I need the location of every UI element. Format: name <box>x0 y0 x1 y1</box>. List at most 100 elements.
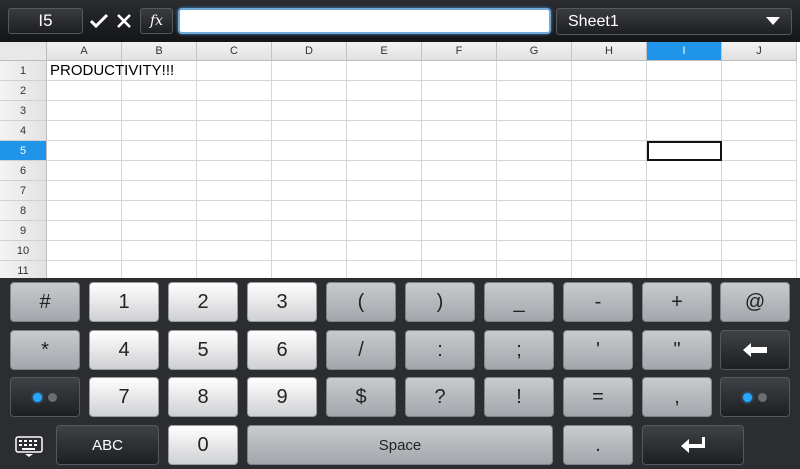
cell-g10[interactable] <box>496 240 572 261</box>
key-9[interactable]: 9 <box>247 377 317 417</box>
key-minus[interactable]: - <box>563 282 633 322</box>
cell-i10[interactable] <box>646 240 722 261</box>
cell-a8[interactable] <box>46 200 122 221</box>
cell-h1[interactable] <box>571 60 647 81</box>
cell-b1[interactable] <box>121 60 197 81</box>
function-fx-button[interactable]: fx <box>140 8 173 34</box>
cell-h6[interactable] <box>571 160 647 181</box>
key-plus[interactable]: + <box>642 282 712 322</box>
cell-f4[interactable] <box>421 120 497 141</box>
key-asterisk[interactable]: * <box>10 330 80 370</box>
cell-h7[interactable] <box>571 180 647 201</box>
cell-i6[interactable] <box>646 160 722 181</box>
column-header-c[interactable]: C <box>196 42 272 61</box>
cell-a1[interactable]: PRODUCTIVITY!!! <box>46 60 174 81</box>
cell-a11[interactable] <box>46 260 122 278</box>
key-8[interactable]: 8 <box>168 377 238 417</box>
row-header-10[interactable]: 10 <box>0 240 47 261</box>
space-key[interactable]: Space <box>247 425 553 465</box>
cell-a5[interactable] <box>46 140 122 161</box>
cell-b2[interactable] <box>121 80 197 101</box>
cell-a2[interactable] <box>46 80 122 101</box>
cell-j7[interactable] <box>721 180 797 201</box>
cell-h2[interactable] <box>571 80 647 101</box>
cell-e4[interactable] <box>346 120 422 141</box>
backspace-key[interactable] <box>720 330 790 370</box>
cell-e1[interactable] <box>346 60 422 81</box>
cell-j1[interactable] <box>721 60 797 81</box>
row-header-7[interactable]: 7 <box>0 180 47 201</box>
cell-f11[interactable] <box>421 260 497 278</box>
cell-b7[interactable] <box>121 180 197 201</box>
cell-j10[interactable] <box>721 240 797 261</box>
cell-b8[interactable] <box>121 200 197 221</box>
key-underscore[interactable]: _ <box>484 282 554 322</box>
column-header-b[interactable]: B <box>121 42 197 61</box>
cell-g5[interactable] <box>496 140 572 161</box>
cell-b3[interactable] <box>121 100 197 121</box>
cell-f2[interactable] <box>421 80 497 101</box>
page-toggle-key-right[interactable] <box>720 377 790 417</box>
cell-reference-box[interactable]: I5 <box>8 8 83 34</box>
cell-i4[interactable] <box>646 120 722 141</box>
column-header-i[interactable]: I <box>646 42 722 61</box>
cell-b9[interactable] <box>121 220 197 241</box>
cell-e7[interactable] <box>346 180 422 201</box>
cell-d8[interactable] <box>271 200 347 221</box>
row-header-8[interactable]: 8 <box>0 200 47 221</box>
key-at[interactable]: @ <box>720 282 790 322</box>
key-6[interactable]: 6 <box>247 330 317 370</box>
abc-key[interactable]: ABC <box>56 425 159 465</box>
key-semicolon[interactable]: ; <box>484 330 554 370</box>
formula-input[interactable] <box>178 8 551 34</box>
keyboard-hide-icon[interactable] <box>14 435 44 459</box>
cell-i7[interactable] <box>646 180 722 201</box>
cell-h9[interactable] <box>571 220 647 241</box>
cell-h11[interactable] <box>571 260 647 278</box>
cell-c7[interactable] <box>196 180 272 201</box>
page-toggle-key-left[interactable] <box>10 377 80 417</box>
column-header-e[interactable]: E <box>346 42 422 61</box>
cell-e3[interactable] <box>346 100 422 121</box>
cell-f6[interactable] <box>421 160 497 181</box>
cell-g9[interactable] <box>496 220 572 241</box>
cell-d4[interactable] <box>271 120 347 141</box>
sheet-selector[interactable]: Sheet1 <box>556 8 792 35</box>
key-question[interactable]: ? <box>405 377 475 417</box>
cell-e6[interactable] <box>346 160 422 181</box>
row-header-5[interactable]: 5 <box>0 140 47 161</box>
cell-h5[interactable] <box>571 140 647 161</box>
cell-a7[interactable] <box>46 180 122 201</box>
cell-e10[interactable] <box>346 240 422 261</box>
cell-d6[interactable] <box>271 160 347 181</box>
key-colon[interactable]: : <box>405 330 475 370</box>
cell-d7[interactable] <box>271 180 347 201</box>
row-header-9[interactable]: 9 <box>0 220 47 241</box>
cell-g11[interactable] <box>496 260 572 278</box>
key-period[interactable]: . <box>563 425 633 465</box>
cell-j8[interactable] <box>721 200 797 221</box>
cell-c2[interactable] <box>196 80 272 101</box>
cell-b5[interactable] <box>121 140 197 161</box>
cell-g8[interactable] <box>496 200 572 221</box>
select-all-corner[interactable] <box>0 42 47 61</box>
key-equals[interactable]: = <box>563 377 633 417</box>
cell-f8[interactable] <box>421 200 497 221</box>
key-3[interactable]: 3 <box>247 282 317 322</box>
cell-g2[interactable] <box>496 80 572 101</box>
key-dollar[interactable]: $ <box>326 377 396 417</box>
column-header-a[interactable]: A <box>46 42 122 61</box>
cell-i1[interactable] <box>646 60 722 81</box>
cell-c9[interactable] <box>196 220 272 241</box>
cell-h10[interactable] <box>571 240 647 261</box>
key-1[interactable]: 1 <box>89 282 159 322</box>
cell-h3[interactable] <box>571 100 647 121</box>
column-header-j[interactable]: J <box>721 42 797 61</box>
cell-g1[interactable] <box>496 60 572 81</box>
key-7[interactable]: 7 <box>89 377 159 417</box>
cell-a10[interactable] <box>46 240 122 261</box>
key-0[interactable]: 0 <box>168 425 238 465</box>
key-double-quote[interactable]: " <box>642 330 712 370</box>
cell-a3[interactable] <box>46 100 122 121</box>
row-header-11[interactable]: 11 <box>0 260 47 278</box>
